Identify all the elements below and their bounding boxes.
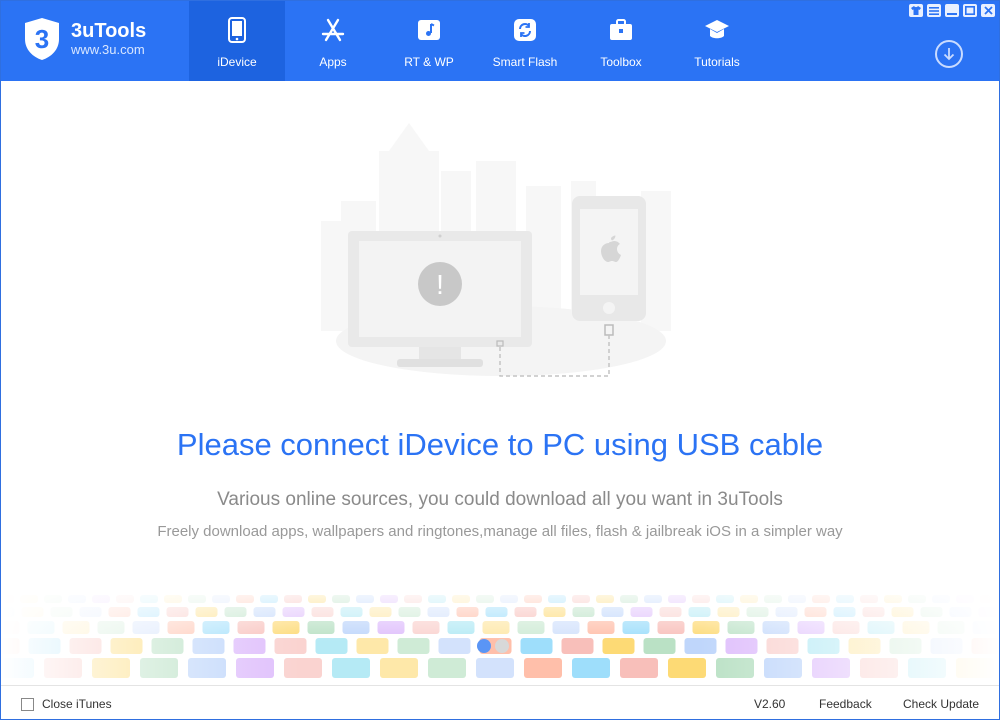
nav-label: Apps	[319, 55, 347, 69]
carousel-pager	[477, 639, 509, 653]
app-logo: 3 3uTools www.3u.com	[23, 17, 146, 61]
window-controls	[909, 4, 995, 17]
shirt-icon[interactable]	[909, 4, 923, 17]
nav-tab-apps[interactable]: Apps	[285, 1, 381, 81]
nav-label: iDevice	[217, 55, 257, 69]
app-store-icon	[319, 17, 347, 43]
app-url: www.3u.com	[71, 42, 145, 57]
menu-icon[interactable]	[927, 4, 941, 17]
music-icon	[415, 17, 443, 43]
close-itunes-label: Close iTunes	[42, 697, 112, 711]
nav-label: Tutorials	[694, 55, 740, 69]
connect-device-illustration: !	[321, 123, 671, 377]
flash-refresh-icon	[511, 17, 539, 43]
nav-tab-toolbox[interactable]: Toolbox	[573, 1, 669, 81]
pager-dot-2[interactable]	[495, 639, 509, 653]
promo-description: Freely download apps, wallpapers and rin…	[157, 523, 843, 540]
logo-shield-icon: 3	[25, 18, 59, 60]
svg-text:3: 3	[35, 24, 49, 54]
nav-tab-idevice[interactable]: iDevice	[189, 1, 285, 81]
close-icon[interactable]	[981, 4, 995, 17]
main-content: ! Please connect iDevice to PC using USB…	[1, 81, 999, 685]
close-itunes-checkbox[interactable]	[21, 697, 34, 711]
app-window: 3 3uTools www.3u.com iDevice Apps RT & W…	[0, 0, 1000, 720]
connect-headline: Please connect iDevice to PC using USB c…	[176, 427, 824, 462]
app-name: 3uTools	[71, 20, 147, 42]
main-nav: iDevice Apps RT & WP Smart Flash Toolbox…	[189, 1, 765, 81]
phone-icon	[223, 17, 251, 43]
maximize-icon[interactable]	[963, 4, 977, 17]
minimize-icon[interactable]	[945, 4, 959, 17]
nav-label: Smart Flash	[492, 55, 558, 69]
check-update-link[interactable]: Check Update	[903, 697, 979, 711]
pager-dot-1[interactable]	[477, 639, 491, 653]
nav-label: RT & WP	[404, 55, 454, 69]
nav-tab-rt-wp[interactable]: RT & WP	[381, 1, 477, 81]
app-icons-wall	[1, 581, 999, 685]
nav-tab-smart-flash[interactable]: Smart Flash	[477, 1, 573, 81]
close-itunes-toggle[interactable]: Close iTunes	[21, 697, 112, 711]
arrow-down-icon	[943, 48, 955, 61]
nav-label: Toolbox	[600, 55, 642, 69]
top-header: 3 3uTools www.3u.com iDevice Apps RT & W…	[1, 1, 999, 81]
download-manager-button[interactable]	[935, 40, 963, 68]
status-bar: Close iTunes V2.60 Feedback Check Update	[1, 685, 999, 719]
promo-subtitle: Various online sources, you could downlo…	[217, 489, 783, 510]
feedback-link[interactable]: Feedback	[819, 697, 872, 711]
version-label: V2.60	[754, 697, 786, 711]
nav-tab-tutorials[interactable]: Tutorials	[669, 1, 765, 81]
svg-text:!: !	[436, 269, 444, 300]
graduation-cap-icon	[703, 17, 731, 43]
toolbox-icon	[607, 17, 635, 43]
